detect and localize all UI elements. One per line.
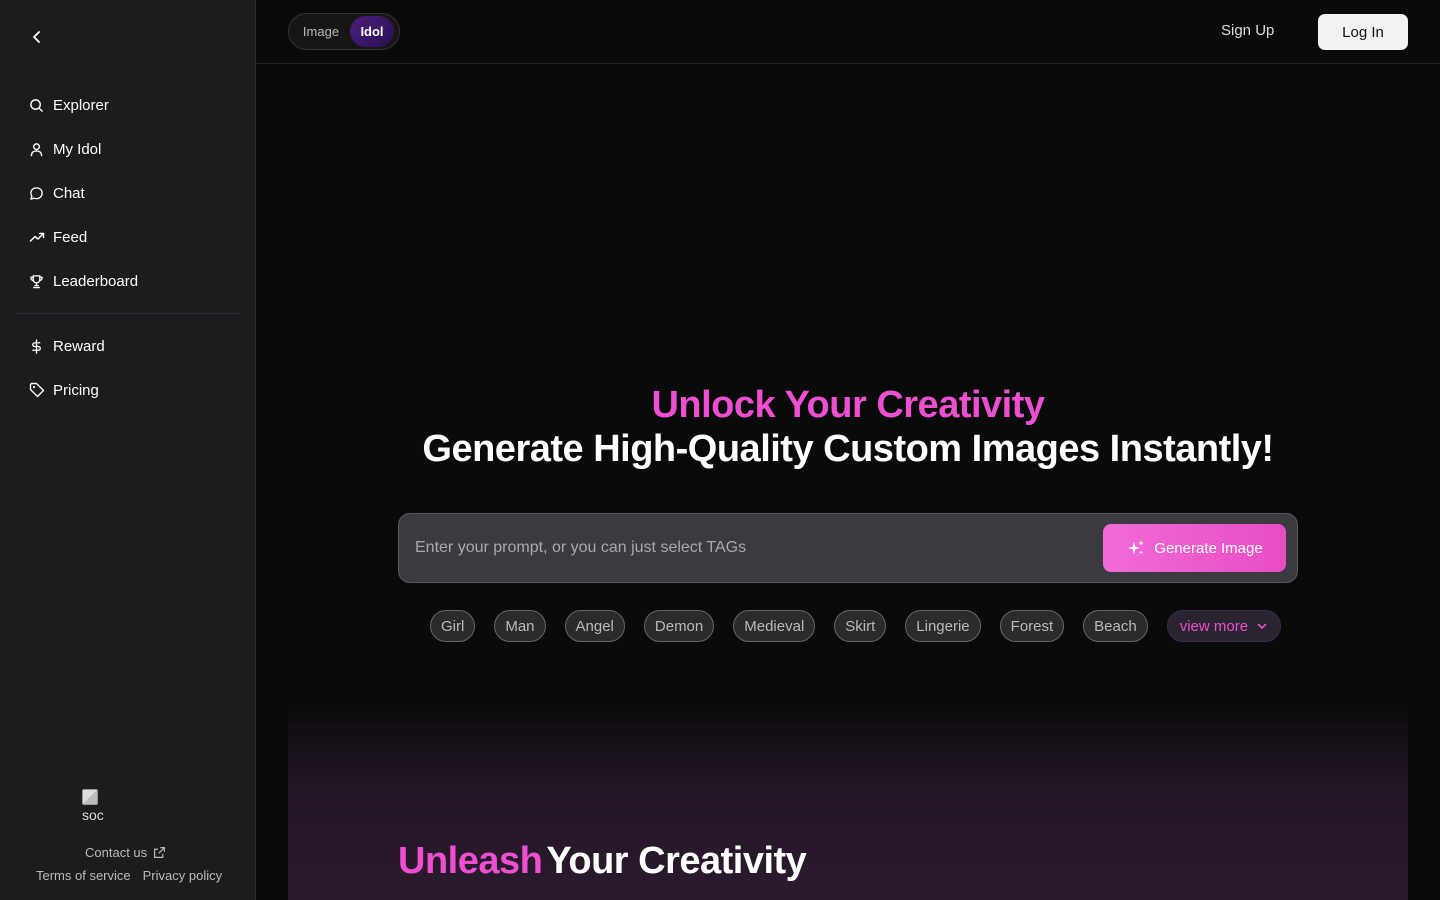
collapse-sidebar-button[interactable] bbox=[26, 26, 48, 48]
tag-chip[interactable]: Lingerie bbox=[905, 610, 981, 642]
sidebar-item-explorer[interactable]: Explorer bbox=[16, 83, 240, 127]
chevron-left-icon bbox=[33, 31, 40, 43]
sidebar-item-chat[interactable]: Chat bbox=[16, 171, 240, 215]
sidebar-item-label: Reward bbox=[53, 337, 105, 355]
tag-chip[interactable]: Beach bbox=[1083, 610, 1148, 642]
chevron-down-icon bbox=[1257, 623, 1267, 629]
sidebar-item-label: Explorer bbox=[53, 96, 109, 114]
contact-us-label: Contact us bbox=[85, 845, 148, 860]
toggle-image-option[interactable]: Image bbox=[292, 16, 350, 47]
terms-of-service-link[interactable]: Terms of service bbox=[36, 868, 131, 883]
generate-image-label: Generate Image bbox=[1154, 539, 1263, 557]
tag-chip[interactable]: Man bbox=[494, 610, 546, 642]
user-icon bbox=[28, 141, 45, 158]
sidebar-item-label: My Idol bbox=[53, 140, 102, 158]
search-icon bbox=[28, 97, 45, 114]
broken-image-icon bbox=[82, 789, 98, 805]
trending-icon bbox=[28, 229, 45, 246]
secondary-nav: Reward Pricing bbox=[16, 324, 240, 412]
social-image-alt-text: soc bbox=[82, 807, 104, 823]
prompt-input[interactable] bbox=[415, 534, 1085, 562]
tag-chip[interactable]: Medieval bbox=[733, 610, 816, 642]
prompt-box: Generate Image bbox=[398, 513, 1298, 583]
mode-toggle: Image Idol bbox=[288, 13, 400, 50]
hero-title: Generate High-Quality Custom Images Inst… bbox=[422, 428, 1274, 470]
tag-icon bbox=[28, 382, 45, 399]
generate-image-button[interactable]: Generate Image bbox=[1103, 524, 1286, 572]
sidebar-item-my-idol[interactable]: My Idol bbox=[16, 127, 240, 171]
tag-chip[interactable]: Skirt bbox=[834, 610, 887, 642]
tag-chip[interactable]: Girl bbox=[430, 610, 476, 642]
sidebar-item-label: Leaderboard bbox=[53, 272, 139, 290]
tag-chip[interactable]: Forest bbox=[999, 610, 1065, 642]
dollar-icon bbox=[28, 338, 45, 355]
sidebar-item-label: Feed bbox=[53, 228, 88, 246]
toggle-idol-option[interactable]: Idol bbox=[350, 16, 394, 47]
contact-us-link[interactable]: Contact us bbox=[85, 845, 166, 860]
social-image[interactable]: soc bbox=[82, 789, 104, 823]
section-title-rest: Your Creativity bbox=[546, 840, 807, 882]
section-title-highlight: Unleash bbox=[398, 840, 543, 882]
sidebar-divider bbox=[16, 313, 240, 314]
sidebar-item-label: Chat bbox=[53, 184, 85, 202]
sidebar-item-pricing[interactable]: Pricing bbox=[16, 368, 240, 412]
external-link-icon bbox=[154, 847, 166, 858]
tag-chip[interactable]: Demon bbox=[643, 610, 715, 642]
main-nav: Explorer My Idol Chat Feed Leaderboard bbox=[16, 83, 240, 303]
sparkles-icon bbox=[1128, 540, 1145, 555]
sidebar-item-label: Pricing bbox=[53, 381, 99, 399]
footer-links: Terms of service Privacy policy bbox=[36, 868, 222, 883]
tag-list: Girl Man Angel Demon Medieval Skirt Ling… bbox=[430, 610, 1282, 642]
top-bar: Image Idol Sign Up Log In bbox=[256, 0, 1440, 64]
sidebar: Explorer My Idol Chat Feed Leaderboard R… bbox=[0, 0, 256, 900]
log-in-button[interactable]: Log In bbox=[1318, 14, 1408, 50]
section-title: Unleash Your Creativity bbox=[398, 840, 807, 883]
chat-bubble-icon bbox=[28, 185, 45, 202]
feature-section: Unleash Your Creativity bbox=[288, 700, 1408, 900]
sidebar-item-leaderboard[interactable]: Leaderboard bbox=[16, 259, 240, 303]
tag-chip[interactable]: Angel bbox=[564, 610, 625, 642]
sidebar-item-feed[interactable]: Feed bbox=[16, 215, 240, 259]
sidebar-item-reward[interactable]: Reward bbox=[16, 324, 240, 368]
view-more-label: view more bbox=[1179, 617, 1249, 635]
trophy-icon bbox=[28, 273, 45, 290]
sign-up-button[interactable]: Sign Up bbox=[1221, 22, 1274, 39]
view-more-button[interactable]: view more bbox=[1166, 610, 1282, 642]
hero-title-highlight: Unlock Your Creativity bbox=[651, 384, 1045, 426]
privacy-policy-link[interactable]: Privacy policy bbox=[143, 868, 222, 883]
